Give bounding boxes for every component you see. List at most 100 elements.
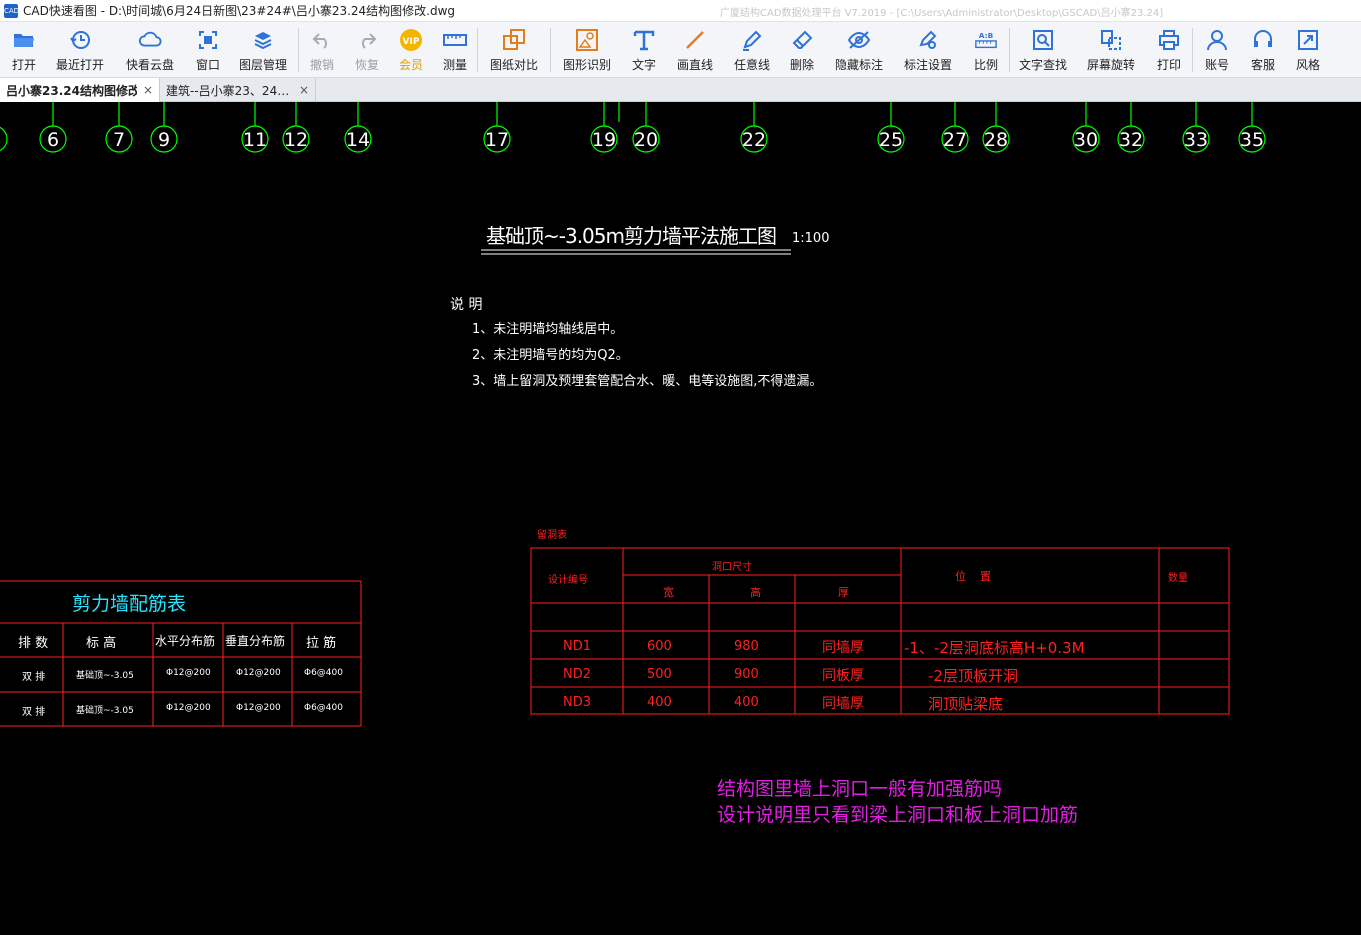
drawing-title: 基础顶~-3.05m剪力墙平法施工图 — [486, 224, 777, 248]
axis-bubble: 19 — [590, 102, 618, 153]
hole-table-cell: ND1 — [563, 639, 592, 654]
layers-icon — [251, 28, 275, 52]
pen-gear-icon — [916, 28, 940, 52]
eraser-icon — [790, 28, 814, 52]
customer-service-button[interactable]: 客服 — [1241, 22, 1285, 78]
hole-table-cell: 洞顶贴梁底 — [928, 695, 1004, 713]
search-text-icon — [1031, 28, 1055, 52]
wall-table-cell: Φ12@200 — [166, 703, 211, 713]
window-title-faded: 广厦结构CAD数据处理平台 V7.2019 - [C:\Users\Admini… — [720, 8, 1164, 19]
scale-ab-icon: A:B — [974, 28, 998, 52]
wall-table-title: 剪力墙配筋表 — [72, 593, 187, 615]
wall-table-header: 标 高 — [86, 636, 117, 651]
cloud-icon — [138, 28, 162, 52]
annotation-settings-button[interactable]: 标注设置 — [893, 22, 963, 78]
scale-button[interactable]: A:B 比例 — [963, 22, 1009, 78]
svg-text:VIP: VIP — [403, 37, 420, 47]
wall-table-cell: Φ12@200 — [236, 668, 281, 678]
style-button[interactable]: 风格 — [1285, 22, 1331, 78]
axis-label: 14 — [346, 129, 370, 151]
hole-table-cell: 同墙厚 — [822, 640, 864, 656]
straight-line-icon — [683, 28, 707, 52]
cloud-drive-button[interactable]: 快看云盘 — [112, 22, 188, 78]
drawing-scale: 1:100 — [792, 231, 830, 246]
rotate-screen-icon — [1099, 28, 1123, 52]
document-tabs: 吕小寨23.24结构图修改 × 建筑--吕小寨23、24… × — [0, 78, 1361, 102]
eye-hidden-icon — [847, 28, 871, 52]
hole-table-header: 洞口尺寸 — [712, 562, 752, 573]
axis-label: 12 — [284, 129, 308, 151]
text-search-button[interactable]: 文字查找 — [1010, 22, 1076, 78]
hole-table-cell: ND2 — [563, 667, 592, 682]
window-button[interactable]: 窗口 — [188, 22, 228, 78]
axis-bubble: 11 — [241, 102, 269, 153]
freehand-line-button[interactable]: 任意线 — [725, 22, 779, 78]
vip-member-button[interactable]: VIP 会员 — [389, 22, 433, 78]
account-button[interactable]: 账号 — [1193, 22, 1241, 78]
compare-squares-icon — [502, 28, 526, 52]
axis-bubble: 32 — [1117, 102, 1145, 153]
wall-table-header: 拉 筋 — [306, 636, 337, 651]
hole-table-cell: ND3 — [563, 695, 592, 710]
wall-table-cell: Φ12@200 — [236, 703, 281, 713]
hide-annotation-button[interactable]: 隐藏标注 — [825, 22, 893, 78]
redo-button[interactable]: 恢复 — [345, 22, 389, 78]
draw-line-button[interactable]: 画直线 — [665, 22, 725, 78]
shape-recognition-button[interactable]: 图形识别 — [551, 22, 623, 78]
hole-table-header: 厚 — [838, 586, 849, 599]
tab-architecture-drawing[interactable]: 建筑--吕小寨23、24… × — [160, 78, 316, 102]
text-tool-button[interactable]: 文字 — [623, 22, 665, 78]
print-button[interactable]: 打印 — [1146, 22, 1192, 78]
axis-label: 25 — [879, 129, 903, 151]
headset-icon — [1251, 28, 1275, 52]
screen-rotate-button[interactable]: 屏幕旋转 — [1076, 22, 1146, 78]
layer-manager-button[interactable]: 图层管理 — [228, 22, 298, 78]
text-t-icon — [632, 28, 656, 52]
axis-label: 7 — [113, 129, 125, 151]
hole-table-header: 高 — [750, 586, 761, 599]
hole-table-cell: 同墙厚 — [822, 696, 864, 712]
recent-open-button[interactable]: 最近打开 — [48, 22, 112, 78]
delete-button[interactable]: 删除 — [779, 22, 825, 78]
axis-bubble: 35 — [1238, 102, 1266, 153]
expand-style-icon — [1296, 28, 1320, 52]
axis-label: 22 — [742, 129, 766, 151]
axis-bubble: 22 — [740, 102, 768, 153]
hole-table-cell: -1、-2层洞底标高H+0.3M — [904, 639, 1085, 657]
axis-label: 27 — [943, 129, 967, 151]
axis-bubble: 33 — [1182, 102, 1210, 153]
hole-table-header: 宽 — [663, 586, 674, 599]
axis-bubble: 27 — [941, 102, 969, 153]
question-line: 结构图里墙上洞口一般有加强筋吗 — [717, 778, 1003, 800]
redo-arrow-icon — [355, 28, 379, 52]
axis-bubble: 14 — [344, 102, 372, 153]
note-line: 2、未注明墙号的均为Q2。 — [472, 348, 629, 363]
axis-label: 19 — [592, 129, 616, 151]
close-icon[interactable]: × — [143, 83, 153, 97]
hole-table-header: 位 置 — [955, 570, 991, 583]
cad-drawing-canvas[interactable]: 6 7 9 11 12 14 17 19 20 22 25 27 28 30 32 33 35 — [0, 102, 1361, 935]
undo-button[interactable]: 撤销 — [299, 22, 345, 78]
axis-grid: 6 7 9 11 12 14 17 19 20 22 25 27 28 30 32 33 35 — [0, 102, 1266, 153]
axis-label: 28 — [984, 129, 1008, 151]
printer-icon — [1157, 28, 1181, 52]
measure-button[interactable]: 测量 — [433, 22, 477, 78]
axis-bubble: 28 — [982, 102, 1010, 153]
wall-table-cell: Φ6@400 — [304, 703, 343, 713]
note-line: 3、墙上留洞及预埋套管配合水、暖、电等设施图,不得遗漏。 — [472, 374, 823, 389]
close-icon[interactable]: × — [299, 83, 309, 97]
question-line: 设计说明里只看到梁上洞口和板上洞口加筋 — [717, 804, 1079, 826]
axis-bubble: 30 — [1072, 102, 1100, 153]
hole-table-cell: 400 — [734, 695, 759, 710]
axis-bubble: 7 — [105, 102, 133, 153]
hole-table-cell: 400 — [647, 695, 672, 710]
axis-label: 33 — [1184, 129, 1208, 151]
axis-bubble: 6 — [39, 102, 67, 153]
tab-structure-drawing[interactable]: 吕小寨23.24结构图修改 × — [0, 78, 160, 102]
app-logo-icon: CAD — [4, 3, 19, 18]
wall-table-cell: 双 排 — [22, 672, 46, 683]
open-button[interactable]: 打开 — [0, 22, 48, 78]
drawing-compare-button[interactable]: 图纸对比 — [478, 22, 550, 78]
vip-badge-icon: VIP — [399, 28, 423, 52]
hole-table-cell: 同板厚 — [822, 668, 864, 684]
